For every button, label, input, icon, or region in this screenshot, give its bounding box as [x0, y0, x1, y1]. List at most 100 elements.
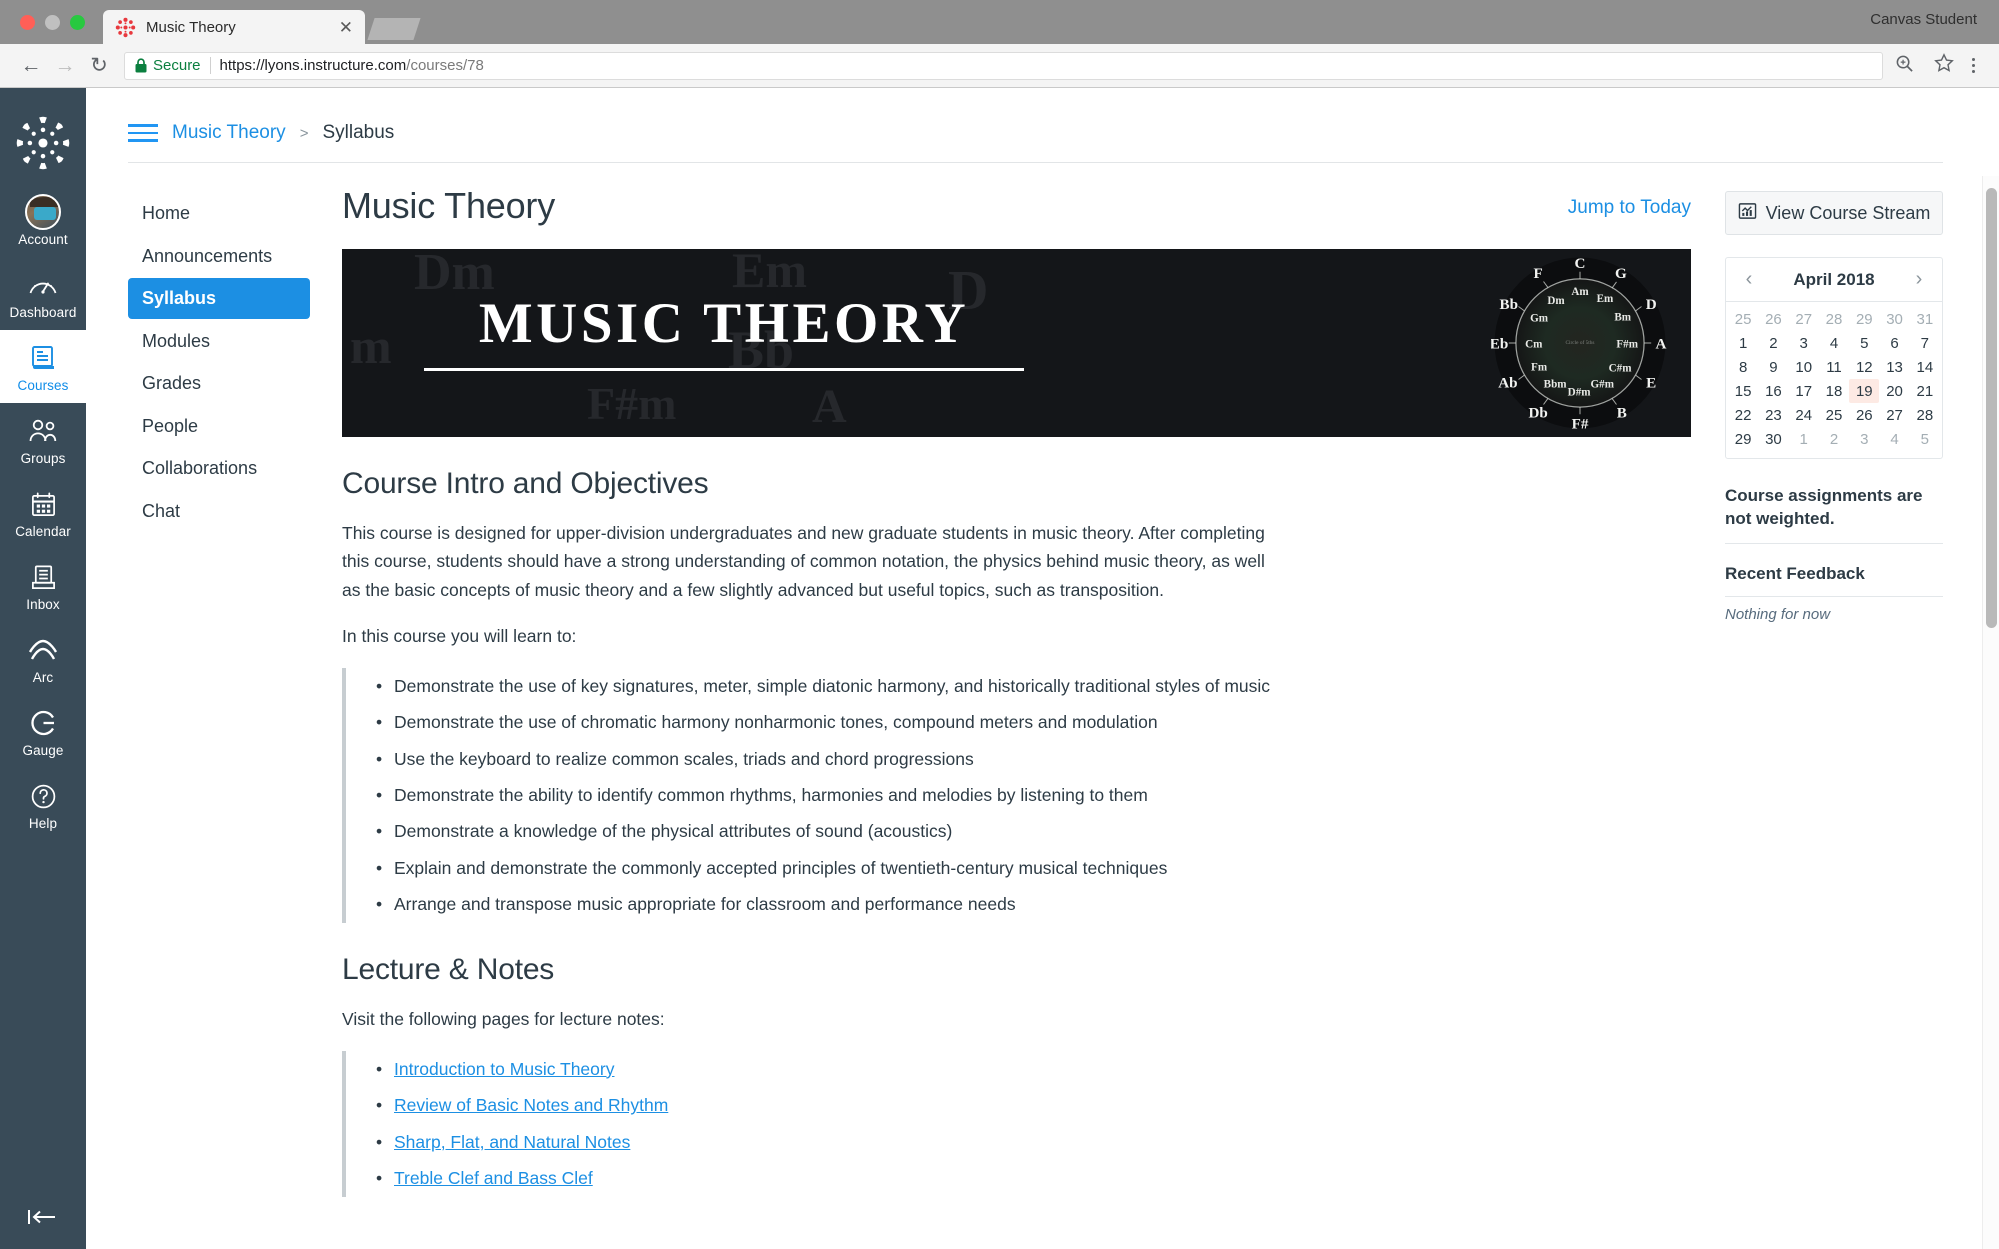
- lecture-link[interactable]: Review of Basic Notes and Rhythm: [394, 1095, 668, 1115]
- calendar-day[interactable]: 23: [1758, 403, 1788, 427]
- address-bar[interactable]: Secure https://lyons.instructure.com /co…: [124, 51, 1883, 80]
- calendar-day[interactable]: 29: [1728, 427, 1758, 451]
- calendar-day[interactable]: 9: [1758, 355, 1788, 379]
- close-window-button[interactable]: [20, 15, 35, 30]
- coursenav-item-chat[interactable]: Chat: [128, 491, 310, 532]
- calendar-day[interactable]: 12: [1849, 355, 1879, 379]
- calendar-day[interactable]: 3: [1849, 427, 1879, 451]
- coursenav-item-announcements[interactable]: Announcements: [128, 236, 310, 277]
- lecture-link[interactable]: Sharp, Flat, and Natural Notes: [394, 1132, 630, 1152]
- canvas-home-logo-icon[interactable]: [0, 102, 86, 184]
- groups-people-icon: [27, 415, 59, 447]
- globalnav-item-help[interactable]: Help: [0, 768, 86, 841]
- globalnav-item-groups[interactable]: Groups: [0, 403, 86, 476]
- globalnav-item-account[interactable]: Account: [0, 184, 86, 257]
- calendar-day[interactable]: 24: [1789, 403, 1819, 427]
- calendar-day[interactable]: 20: [1879, 379, 1909, 403]
- globalnav-item-inbox[interactable]: Inbox: [0, 549, 86, 622]
- lecture-link[interactable]: Introduction to Music Theory: [394, 1059, 614, 1079]
- calendar-day[interactable]: 30: [1879, 307, 1909, 331]
- calendar-day[interactable]: 28: [1910, 403, 1940, 427]
- view-course-stream-button[interactable]: View Course Stream: [1725, 191, 1943, 235]
- calendar-day[interactable]: 18: [1819, 379, 1849, 403]
- calendar-day[interactable]: 26: [1758, 307, 1788, 331]
- calendar-day[interactable]: 1: [1789, 427, 1819, 451]
- jump-to-today-link[interactable]: Jump to Today: [1568, 197, 1691, 219]
- coursenav-item-modules[interactable]: Modules: [128, 321, 310, 362]
- calendar-day[interactable]: 2: [1758, 331, 1788, 355]
- globalnav-item-arc[interactable]: Arc: [0, 622, 86, 695]
- coursenav-item-home[interactable]: Home: [128, 193, 310, 234]
- objectives-lead-in: In this course you will learn to:: [342, 626, 577, 647]
- calendar-day[interactable]: 14: [1910, 355, 1940, 379]
- calendar-day[interactable]: 11: [1819, 355, 1849, 379]
- lecture-link[interactable]: Treble Clef and Bass Clef: [394, 1168, 593, 1188]
- cof-minor: Am: [1571, 286, 1589, 298]
- minimize-window-button[interactable]: [45, 15, 60, 30]
- recent-feedback-empty: Nothing for now: [1725, 605, 1831, 623]
- browser-tab[interactable]: Music Theory ✕: [103, 10, 365, 44]
- calendar-day[interactable]: 16: [1758, 379, 1788, 403]
- calendar-day[interactable]: 4: [1819, 331, 1849, 355]
- scrollbar-thumb[interactable]: [1986, 188, 1997, 628]
- zoom-search-icon[interactable]: [1895, 54, 1914, 78]
- page-scrollbar[interactable]: [1982, 176, 1999, 1249]
- chevron-right-icon[interactable]: ›: [1908, 268, 1930, 291]
- cof-major: Eb: [1491, 336, 1508, 352]
- coursenav-item-people[interactable]: People: [128, 406, 310, 447]
- calendar-day[interactable]: 31: [1910, 307, 1940, 331]
- arrow-right-icon[interactable]: →: [48, 54, 82, 78]
- calendar-day[interactable]: 30: [1758, 427, 1788, 451]
- cof-minor: D#m: [1568, 387, 1592, 399]
- coursenav-item-collaborations[interactable]: Collaborations: [128, 448, 310, 489]
- arrow-left-icon[interactable]: ←: [14, 54, 48, 78]
- calendar-day[interactable]: 17: [1789, 379, 1819, 403]
- close-icon[interactable]: ✕: [339, 19, 353, 36]
- calendar-day[interactable]: 2: [1819, 427, 1849, 451]
- calendar-day[interactable]: 15: [1728, 379, 1758, 403]
- breadcrumb-course-link[interactable]: Music Theory: [172, 122, 286, 144]
- calendar-day[interactable]: 10: [1789, 355, 1819, 379]
- cof-major: F#: [1572, 416, 1589, 432]
- calendar-day[interactable]: 8: [1728, 355, 1758, 379]
- kebab-menu-icon[interactable]: [1958, 58, 1985, 73]
- calendar-day[interactable]: 28: [1819, 307, 1849, 331]
- cof-major: F: [1534, 266, 1543, 282]
- reload-icon[interactable]: ↻: [82, 53, 116, 78]
- calendar-day[interactable]: 21: [1910, 379, 1940, 403]
- calendar-day[interactable]: 13: [1879, 355, 1909, 379]
- calendar-day[interactable]: 5: [1849, 331, 1879, 355]
- chevron-left-icon[interactable]: ‹: [1738, 268, 1760, 291]
- globalnav-item-dashboard[interactable]: Dashboard: [0, 257, 86, 330]
- globalnav-item-calendar[interactable]: Calendar: [0, 476, 86, 549]
- globalnav-item-courses[interactable]: Courses: [0, 330, 86, 403]
- url-domain: https://lyons.instructure.com: [219, 57, 407, 74]
- new-tab-icon[interactable]: [367, 18, 421, 40]
- calendar-day[interactable]: 7: [1910, 331, 1940, 355]
- banner-title: MUSIC THEORY: [478, 292, 970, 355]
- collapse-arrow-icon[interactable]: [0, 1207, 86, 1227]
- globalnav-item-gauge[interactable]: Gauge: [0, 695, 86, 768]
- cof-center-label: Circle of 5ths: [1565, 339, 1594, 346]
- maximize-window-button[interactable]: [70, 15, 85, 30]
- calendar-day[interactable]: 22: [1728, 403, 1758, 427]
- calendar-day[interactable]: 5: [1910, 427, 1940, 451]
- calendar-day[interactable]: 4: [1879, 427, 1909, 451]
- calendar-day[interactable]: 6: [1879, 331, 1909, 355]
- calendar-day[interactable]: 27: [1879, 403, 1909, 427]
- calendar-day[interactable]: 1: [1728, 331, 1758, 355]
- calendar-day[interactable]: 25: [1819, 403, 1849, 427]
- window-controls: [0, 15, 99, 44]
- coursenav-item-syllabus[interactable]: Syllabus: [128, 278, 310, 319]
- globalnav-label: Courses: [17, 378, 69, 393]
- calendar-day[interactable]: 25: [1728, 307, 1758, 331]
- calendar-day[interactable]: 26: [1849, 403, 1879, 427]
- calendar-day[interactable]: 29: [1849, 307, 1879, 331]
- star-icon[interactable]: [1934, 53, 1954, 78]
- hamburger-menu-icon[interactable]: [128, 124, 158, 142]
- coursenav-item-grades[interactable]: Grades: [128, 363, 310, 404]
- calendar-day[interactable]: 27: [1789, 307, 1819, 331]
- calendar-day[interactable]: 3: [1789, 331, 1819, 355]
- calendar-day-today[interactable]: 19: [1849, 379, 1880, 403]
- list-item: Demonstrate the use of key signatures, m…: [376, 668, 1691, 704]
